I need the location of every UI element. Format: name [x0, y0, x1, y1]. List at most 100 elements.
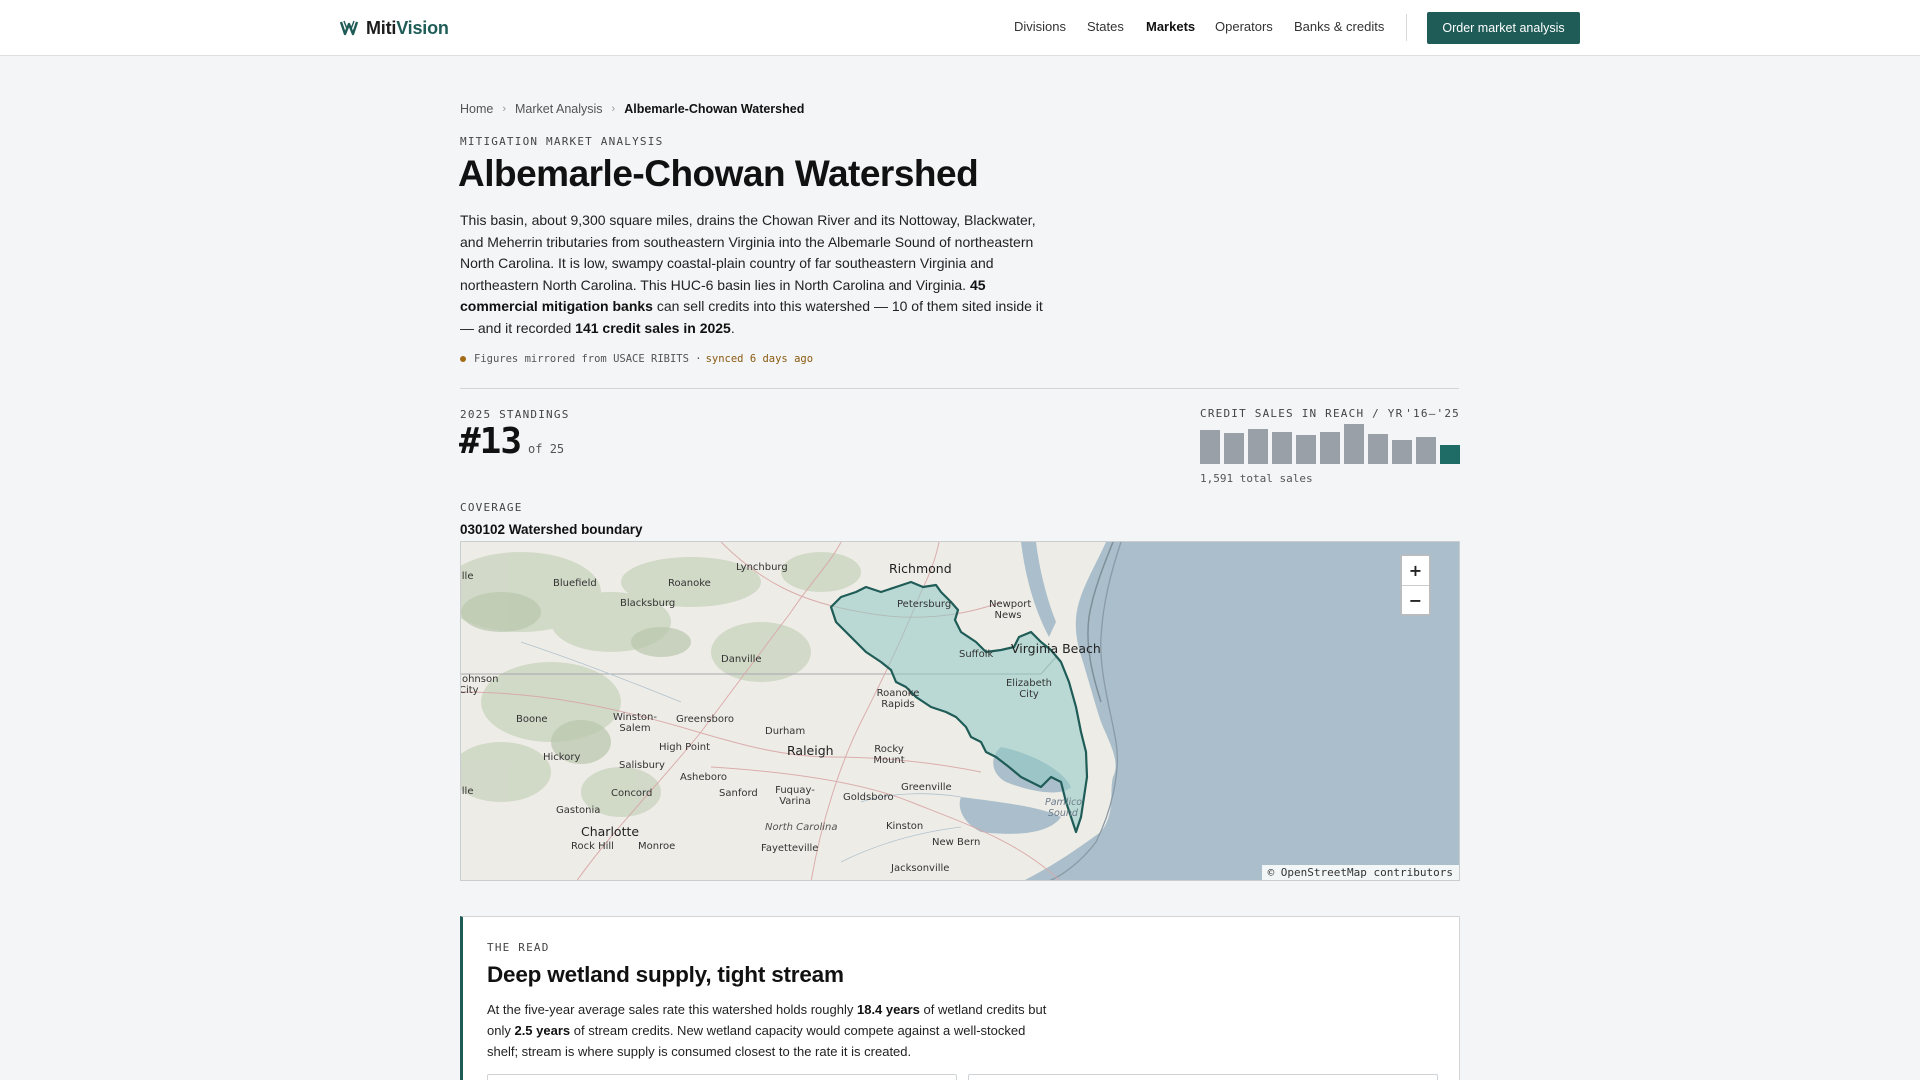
map-label-boone: Boone [516, 714, 548, 725]
map-label-virginia-beach: Virginia Beach [1011, 641, 1101, 656]
map-label-charlotte: Charlotte [581, 824, 640, 839]
map-label-fayetteville: Fayetteville [761, 843, 819, 854]
sparkline-bar [1416, 437, 1436, 464]
section-divider [460, 388, 1459, 389]
map-label-johnson-city: Johnson City [460, 674, 499, 696]
sparkline-bar [1248, 429, 1268, 464]
brand-logo[interactable]: MitiVision [339, 15, 449, 41]
breadcrumb: Home › Market Analysis › Albemarle-Chowa… [460, 102, 804, 116]
map-label-danville: Danville [721, 654, 762, 665]
map-label-concord: Concord [611, 788, 653, 799]
top-navigation-bar: MitiVision Divisions States Markets Oper… [0, 0, 1920, 56]
the-read-card: THE READ Deep wetland supply, tight stre… [460, 916, 1460, 1080]
nav-divisions[interactable]: Divisions [1014, 19, 1066, 34]
map-label-partial: ille [460, 786, 474, 797]
map-label-richmond: Richmond [889, 561, 952, 576]
sparkline-bar [1392, 440, 1412, 464]
read-panel-stream [968, 1074, 1438, 1080]
sparkline-bar [1320, 432, 1340, 464]
breadcrumb-current: Albemarle-Chowan Watershed [624, 102, 805, 116]
sparkline-bar [1440, 445, 1460, 464]
read-title: Deep wetland supply, tight stream [487, 962, 844, 987]
coverage-label: COVERAGE [460, 501, 523, 514]
page-title: Albemarle-Chowan Watershed [458, 153, 979, 194]
map-label-petersburg: Petersburg [897, 599, 952, 610]
map-zoom-control: + − [1400, 554, 1431, 616]
sales-count: 141 credit sales in 2025 [575, 319, 731, 336]
map-label-blacksburg: Blacksburg [620, 598, 676, 609]
chevron-right-icon: › [611, 103, 616, 115]
map-label-raleigh: Raleigh [787, 743, 834, 758]
sparkline-label: CREDIT SALES IN REACH / YR [1200, 407, 1404, 420]
rank-number: #13 [459, 421, 522, 462]
map-label-kinston: Kinston [886, 821, 924, 832]
map-label-north-carolina: North Carolina [765, 822, 838, 833]
map-label-fuquay-varina: Fuquay-Varina [775, 785, 815, 807]
map-label-elizabeth-city: Elizabeth City [1005, 678, 1052, 700]
map-label-partial: ille [460, 571, 474, 582]
stream-years: 2.5 years [514, 1023, 571, 1038]
map-label-rock-hill: Rock Hill [571, 841, 614, 852]
watershed-map[interactable]: Richmond Lynchburg Bluefield Roanoke Bla… [460, 541, 1460, 881]
map-label-greensboro: Greensboro [676, 714, 734, 725]
brand-name: MitiVision [366, 17, 449, 38]
map-label-newport-news: Newport News [989, 599, 1032, 621]
map-label-durham: Durham [765, 726, 806, 737]
read-body: At the five-year average sales rate this… [487, 1002, 1047, 1059]
nav-divider [1406, 14, 1407, 41]
standings-rank: #13 of 25 [459, 421, 564, 462]
sparkline-bar [1224, 433, 1244, 464]
page-description: This basin, about 9,300 square miles, dr… [460, 212, 1043, 336]
map-label-roanoke: Roanoke [668, 578, 711, 589]
map-label-roanoke-rapids: Roanoke Rapids [876, 688, 920, 710]
read-label: THE READ [487, 941, 550, 954]
sparkline-bar [1296, 435, 1316, 464]
standings-label: 2025 STANDINGS [460, 408, 570, 421]
map-label-winston-salem: Winston-Salem [613, 712, 657, 734]
map-label-jacksonville: Jacksonville [891, 863, 950, 874]
credit-sales-sparkline [1200, 424, 1460, 464]
zoom-in-button[interactable]: + [1402, 556, 1429, 585]
sparkline-header: CREDIT SALES IN REACH / YR '16–'25 [1200, 407, 1460, 420]
coverage-name: 030102 Watershed boundary [460, 522, 643, 537]
map-label-asheboro: Asheboro [680, 772, 728, 783]
breadcrumb-home[interactable]: Home [460, 102, 493, 116]
map-label-salisbury: Salisbury [619, 760, 665, 771]
status-dot-icon [460, 356, 466, 362]
map-label-lynchburg: Lynchburg [736, 562, 788, 573]
sparkline-range: '16–'25 [1405, 407, 1460, 420]
map-label-new-bern: New Bern [932, 837, 981, 848]
sync-age: synced 6 days ago [705, 353, 814, 365]
brand-mark-icon [339, 20, 359, 36]
map-label-greenville: Greenville [901, 782, 952, 793]
sparkline-bar [1368, 434, 1388, 464]
wetland-years: 18.4 years [856, 1002, 920, 1017]
order-market-analysis-button[interactable]: Order market analysis [1427, 12, 1580, 44]
chevron-right-icon: › [502, 103, 507, 115]
page-kicker: MITIGATION MARKET ANALYSIS [460, 135, 664, 148]
map-label-monroe: Monroe [638, 841, 676, 852]
read-panel-wetland [487, 1074, 957, 1080]
map-label-bluefield: Bluefield [553, 578, 597, 589]
nav-banks-credits[interactable]: Banks & credits [1294, 19, 1384, 34]
map-label-high-point: High Point [659, 742, 710, 753]
rank-of-total: of 25 [528, 442, 565, 456]
nav-markets[interactable]: Markets [1146, 19, 1195, 34]
breadcrumb-market-analysis[interactable]: Market Analysis [515, 102, 603, 116]
map-label-rocky-mount: Rocky Mount [873, 744, 905, 766]
map-label-gastonia: Gastonia [556, 805, 601, 816]
map-label-goldsboro: Goldsboro [843, 792, 894, 803]
sparkline-bar [1272, 432, 1292, 464]
map-label-suffolk: Suffolk [959, 649, 994, 660]
nav-operators[interactable]: Operators [1215, 19, 1273, 34]
map-label-hickory: Hickory [543, 752, 581, 763]
map-label-sanford: Sanford [719, 788, 758, 799]
sync-status: Figures mirrored from USACE RIBITS · syn… [460, 353, 813, 365]
map-attribution[interactable]: © OpenStreetMap contributors [1261, 865, 1459, 880]
sparkline-bar [1344, 424, 1364, 464]
map-label-pamlico-sound: Pamlico Sound [1045, 797, 1083, 819]
sparkline-bar [1200, 430, 1220, 464]
nav-states[interactable]: States [1087, 19, 1124, 34]
sparkline-total: 1,591 total sales [1200, 472, 1313, 485]
zoom-out-button[interactable]: − [1402, 585, 1429, 614]
